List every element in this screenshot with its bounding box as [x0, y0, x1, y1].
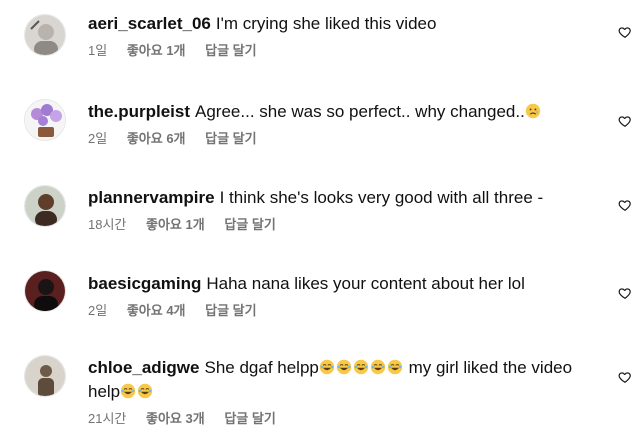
avatar-image [25, 356, 65, 396]
comment-username[interactable]: baesicgaming [88, 274, 201, 293]
comment-meta: 1일 좋아요 1개 답글 달기 [88, 42, 600, 60]
laughing-crying-face-emoji [353, 359, 369, 375]
laughing-crying-face-emoji [137, 383, 153, 399]
comment-likes[interactable]: 좋아요 1개 [127, 43, 186, 58]
comment-content: Haha nana likes your content about her l… [206, 274, 525, 293]
comment-text: the.purpleist Agree... she was so perfect… [88, 100, 600, 124]
laughing-crying-face-emoji [370, 359, 386, 375]
reply-button[interactable]: 답글 달기 [205, 303, 256, 318]
laughing-crying-face-emoji [336, 359, 352, 375]
avatar-image [25, 186, 65, 226]
avatar[interactable] [24, 270, 66, 312]
comment-likes[interactable]: 좋아요 6개 [127, 131, 186, 146]
avatar[interactable] [24, 99, 66, 141]
comment-content-part1: She dgaf helpp [204, 358, 319, 377]
comment-meta: 21시간 좋아요 3개 답글 달기 [88, 410, 600, 428]
avatar-image [25, 15, 65, 55]
reply-button[interactable]: 답글 달기 [205, 131, 256, 146]
reply-button[interactable]: 답글 달기 [205, 43, 256, 58]
comment-time: 2일 [88, 131, 108, 146]
comment-username[interactable]: chloe_adigwe [88, 358, 199, 377]
avatar[interactable] [24, 185, 66, 227]
comment-text: plannervampire I think she's looks very g… [88, 186, 600, 210]
heart-outline-icon[interactable] [618, 370, 632, 384]
comment-content: I'm crying she liked this video [215, 14, 437, 33]
comment-meta: 2일 좋아요 6개 답글 달기 [88, 130, 600, 148]
comment-text: aeri_scarlet_06 I'm crying she liked this… [88, 12, 600, 36]
heart-outline-icon[interactable] [618, 25, 632, 39]
comment-time: 18시간 [88, 217, 127, 232]
laughing-crying-face-emoji [120, 383, 136, 399]
comment-likes[interactable]: 좋아요 4개 [127, 303, 186, 318]
comment-meta: 2일 좋아요 4개 답글 달기 [88, 302, 600, 320]
avatar[interactable] [24, 14, 66, 56]
avatar[interactable] [24, 355, 66, 397]
comments-list: aeri_scarlet_06 I'm crying she liked this… [0, 0, 640, 442]
comment-time: 21시간 [88, 411, 127, 426]
comment-content: I think she's looks very good with all t… [219, 188, 544, 207]
avatar-image [25, 100, 65, 140]
comment-time: 2일 [88, 303, 108, 318]
avatar-image [25, 271, 65, 311]
comment-content: Agree... she was so perfect.. why change… [195, 102, 525, 121]
heart-outline-icon[interactable] [618, 286, 632, 300]
comment-username[interactable]: aeri_scarlet_06 [88, 14, 211, 33]
comment-time: 1일 [88, 43, 108, 58]
laughing-crying-face-emoji [387, 359, 403, 375]
comment-meta: 18시간 좋아요 1개 답글 달기 [88, 216, 600, 234]
heart-outline-icon[interactable] [618, 114, 632, 128]
comment-text: baesicgaming Haha nana likes your content… [88, 272, 600, 296]
comment-likes[interactable]: 좋아요 3개 [146, 411, 205, 426]
disappointed-face-emoji [525, 103, 541, 119]
reply-button[interactable]: 답글 달기 [224, 411, 275, 426]
reply-button[interactable]: 답글 달기 [224, 217, 275, 232]
heart-outline-icon[interactable] [618, 198, 632, 212]
laughing-crying-face-emoji [319, 359, 335, 375]
comment-likes[interactable]: 좋아요 1개 [146, 217, 205, 232]
comment-text: chloe_adigwe She dgaf helpp my girl liked… [88, 356, 600, 404]
comment-username[interactable]: plannervampire [88, 188, 215, 207]
comment-username[interactable]: the.purpleist [88, 102, 190, 121]
